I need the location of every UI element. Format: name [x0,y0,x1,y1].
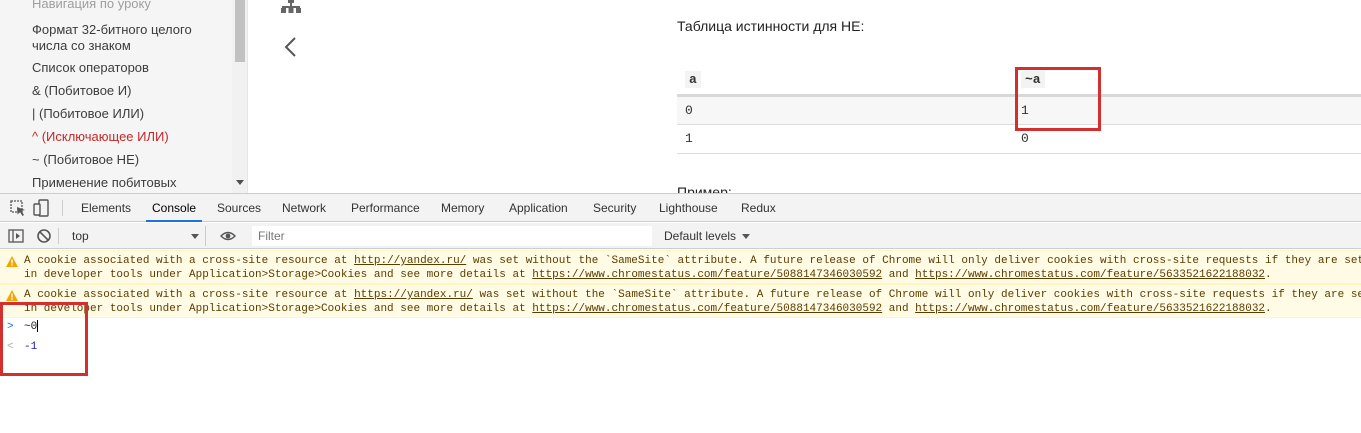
toolbar-divider [58,228,59,244]
text-caret [37,320,39,333]
clear-console-icon[interactable] [36,228,52,244]
truth-table-caption: Таблица истинности для НЕ: [677,18,865,34]
tabbar-divider [62,200,63,216]
table-header-not-a: ~a [1013,66,1361,97]
sidebar-item-bitwise-not[interactable]: ~ (Побитовое НЕ) [32,152,227,168]
sidebar-scrollbar-thumb[interactable] [235,0,245,62]
warning-icon [6,290,18,301]
tab-security[interactable]: Security [587,194,642,222]
chromestatus-link[interactable]: https://www.chromestatus.com/feature/563… [915,269,1265,281]
example-heading: Пример: [677,184,732,193]
tab-performance[interactable]: Performance [345,194,426,222]
console-result-line: < -1 [0,337,1361,357]
truth-table: a ~a 0 1 1 0 [677,66,1361,154]
chromestatus-link[interactable]: https://www.chromestatus.com/feature/508… [532,269,882,281]
show-sidebar-icon[interactable] [8,228,24,244]
web-page: Навигация по уроку Формат 32-битного цел… [0,0,1361,193]
log-levels-selector[interactable]: Default levels [660,226,751,246]
tab-application[interactable]: Application [503,194,574,222]
console-toolbar: top Default levels [0,223,1361,249]
lesson-sidebar: Навигация по уроку Формат 32-битного цел… [0,0,248,193]
sidebar-item-applications[interactable]: Применение побитовых [32,175,227,191]
warning-line-1: A cookie associated with a cross-site re… [24,289,1361,301]
tab-lighthouse[interactable]: Lighthouse [653,194,724,222]
sidebar-item-operators-list[interactable]: Список операторов [32,60,227,76]
console-warning-message[interactable]: A cookie associated with a cross-site re… [0,250,1361,284]
warning-url-link[interactable]: http://yandex.ru/ [354,255,466,267]
console-result-value: -1 [24,341,38,353]
tab-memory[interactable]: Memory [435,194,490,222]
warning-line-2: in developer tools under Application>Sto… [24,269,1272,281]
tab-network[interactable]: Network [276,194,332,222]
table-cell: 1 [1013,95,1361,125]
table-cell: 0 [677,95,1013,125]
inspect-element-icon[interactable] [9,199,27,217]
warning-line-1: A cookie associated with a cross-site re… [24,255,1361,267]
sidebar-item-lesson-nav[interactable]: Навигация по уроку [32,0,227,12]
tab-console[interactable]: Console [146,194,203,222]
sidebar-item-int32-format[interactable]: Формат 32-битного целого числа со знаком [32,22,227,54]
device-toolbar-icon[interactable] [33,199,51,217]
table-cell: 1 [677,124,1013,154]
sitemap-icon[interactable] [280,0,302,14]
chromestatus-link[interactable]: https://www.chromestatus.com/feature/508… [532,303,882,315]
console-filter-input[interactable] [252,226,652,246]
tab-elements[interactable]: Elements [75,194,137,222]
warning-url-link[interactable]: https://yandex.ru/ [354,289,473,301]
warning-icon [6,256,18,267]
table-header-a: a [677,66,1013,97]
sidebar-item-bitwise-or[interactable]: | (Побитовое ИЛИ) [32,106,227,122]
table-cell: 0 [1013,124,1361,154]
chevron-right-icon: > [7,321,14,333]
sidebar-item-bitwise-and[interactable]: & (Побитовое И) [32,83,227,99]
chevron-down-icon [191,234,199,239]
console-warning-message[interactable]: A cookie associated with a cross-site re… [0,284,1361,318]
chevron-left-icon[interactable] [283,36,299,58]
warning-line-2: in developer tools under Application>Sto… [24,303,1272,315]
console-input-line[interactable]: > ~0 [0,317,1361,337]
chromestatus-link[interactable]: https://www.chromestatus.com/feature/563… [915,303,1265,315]
table-row: 0 1 [677,95,1361,125]
return-arrow-icon: < [7,341,14,353]
console-input-text[interactable]: ~0 [24,321,37,333]
tab-redux[interactable]: Redux [735,194,782,222]
tab-sources[interactable]: Sources [211,194,267,222]
context-selector-value: top [72,229,89,243]
chevron-down-icon [742,234,751,240]
scroll-down-arrow-icon[interactable] [236,180,244,185]
sidebar-item-bitwise-xor[interactable]: ^ (Исключающее ИЛИ) [32,129,227,145]
context-selector[interactable]: top [64,226,206,246]
eye-icon[interactable] [220,228,236,244]
log-levels-value: Default levels [664,229,737,243]
devtools-panel: Elements Console Sources Network Perform… [0,193,1361,433]
table-row: 1 0 [677,124,1361,154]
devtools-tabbar: Elements Console Sources Network Perform… [0,194,1361,222]
